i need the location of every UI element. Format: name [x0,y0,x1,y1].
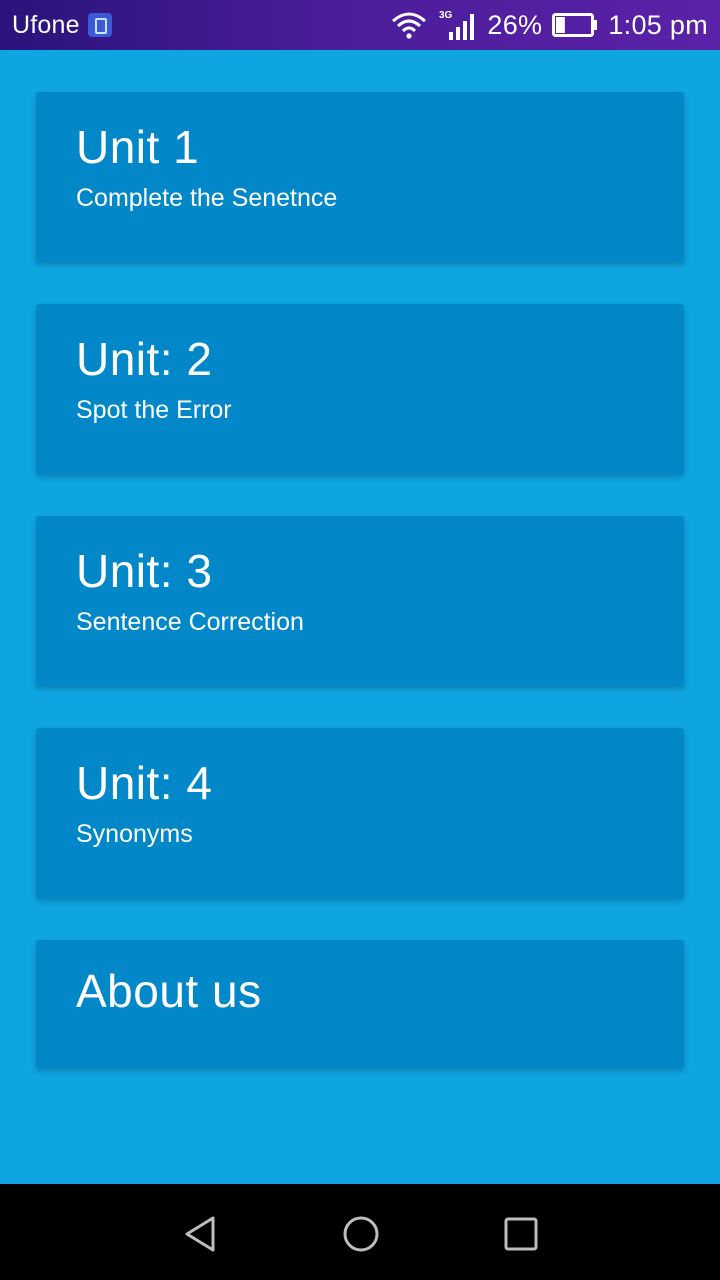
card-subtitle: Synonyms [76,820,193,848]
unit-list: Unit 1 Complete the Senetnce Unit: 2 Spo… [0,50,720,1184]
card-unit-4[interactable]: Unit: 4 Synonyms [36,728,684,898]
clock: 1:05 pm [608,9,708,40]
sim-notification-icon [87,13,112,37]
card-unit-3[interactable]: Unit: 3 Sentence Correction [36,516,684,686]
card-title: Unit: 4 [76,757,213,809]
recents-icon[interactable] [499,1212,543,1256]
navigation-bar [0,1184,720,1280]
card-title: About us [76,965,262,1017]
back-icon[interactable] [179,1212,223,1256]
card-unit-2[interactable]: Unit: 2 Spot the Error [36,304,684,474]
card-unit-1[interactable]: Unit 1 Complete the Senetnce [36,92,684,262]
card-subtitle: Complete the Senetnce [76,184,338,212]
home-icon[interactable] [339,1212,383,1256]
wifi-icon [392,12,427,39]
battery-percent: 26% [487,9,543,40]
signal-icon: 3G [439,10,475,40]
status-icons: 3G 26% 1:05 pm [391,8,708,42]
status-bar: Ufone 3G 26% 1:05 pm [0,0,720,50]
network-type-label: 3G [439,10,453,21]
card-title: Unit: 2 [76,333,213,385]
card-subtitle: Sentence Correction [76,608,304,636]
battery-icon [552,13,598,37]
carrier-name: Ufone [12,10,80,39]
card-title: Unit 1 [76,121,200,173]
card-about-us[interactable]: About us [36,940,684,1068]
card-subtitle: Spot the Error [76,396,232,424]
card-title: Unit: 3 [76,545,213,597]
